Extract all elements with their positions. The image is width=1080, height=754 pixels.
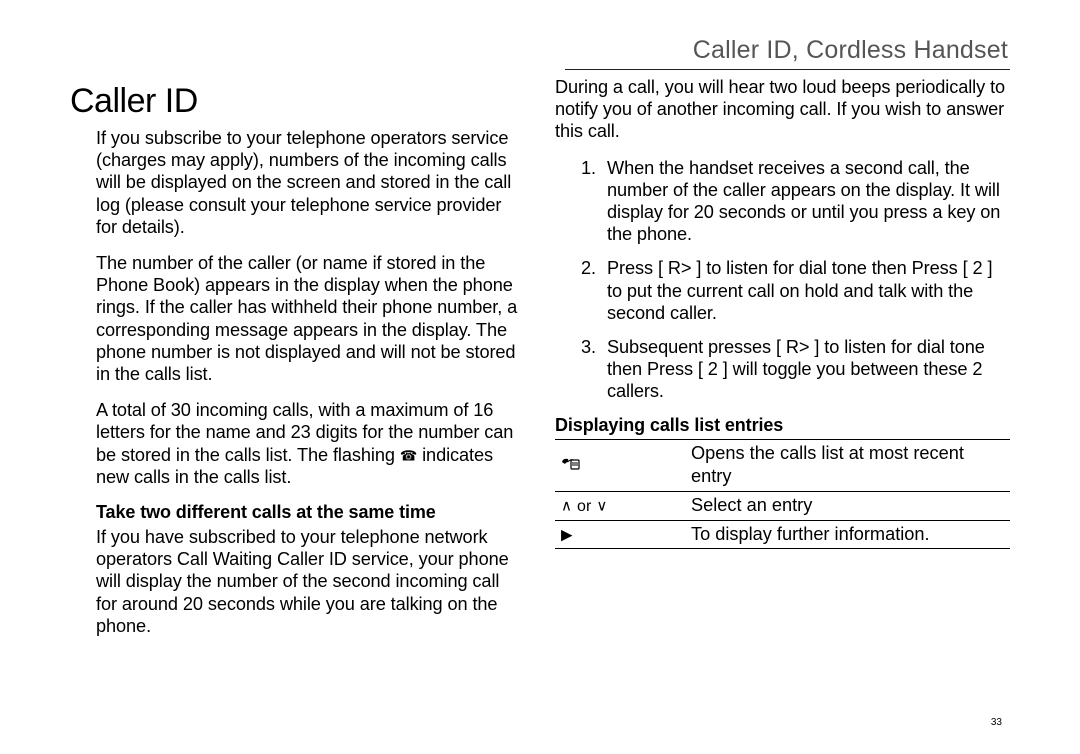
left-column: Caller ID If you subscribe to your telep… bbox=[70, 76, 525, 651]
subhead-take-two-calls: Take two different calls at the same tim… bbox=[70, 502, 525, 523]
header-rule bbox=[565, 69, 1010, 70]
handset-new-calls-icon: ☎ bbox=[400, 447, 417, 463]
right-arrow-icon: ▶ bbox=[561, 526, 573, 543]
call-waiting-paragraph: If you have subscribed to your telephone… bbox=[70, 526, 525, 637]
step-2: Press [ R> ] to listen for dial tone the… bbox=[581, 257, 1010, 324]
handset-icon bbox=[561, 458, 581, 474]
table-row: ▶ To display further information. bbox=[555, 520, 1010, 549]
calls-list-table: Opens the calls list at most recent entr… bbox=[555, 439, 1010, 550]
step-1: When the handset receives a second call,… bbox=[581, 157, 1010, 246]
desc-cell: To display further information. bbox=[685, 520, 1010, 549]
page-number: 33 bbox=[991, 717, 1002, 728]
intro-paragraph-1: If you subscribe to your telephone opera… bbox=[70, 127, 525, 238]
up-arrow-icon: ∧ bbox=[561, 497, 572, 514]
or-text: or bbox=[577, 498, 591, 515]
page-header: Caller ID, Cordless Handset bbox=[70, 36, 1010, 65]
right-column: During a call, you will hear two loud be… bbox=[555, 76, 1010, 651]
desc-cell: Opens the calls list at most recent entr… bbox=[685, 439, 1010, 491]
intro-paragraph-3: A total of 30 incoming calls, with a max… bbox=[70, 399, 525, 488]
steps-list: When the handset receives a second call,… bbox=[555, 157, 1010, 403]
table-row: Opens the calls list at most recent entr… bbox=[555, 439, 1010, 491]
intro-paragraph-2: The number of the caller (or name if sto… bbox=[70, 252, 525, 385]
subhead-displaying-calls: Displaying calls list entries bbox=[555, 415, 1010, 436]
key-cell-right: ▶ bbox=[555, 520, 685, 549]
section-title: Caller ID bbox=[70, 82, 525, 121]
during-call-paragraph: During a call, you will hear two loud be… bbox=[555, 76, 1010, 143]
content-columns: Caller ID If you subscribe to your telep… bbox=[70, 76, 1010, 651]
table-row: ∧ or ∨ Select an entry bbox=[555, 491, 1010, 520]
down-arrow-icon: ∨ bbox=[596, 497, 607, 514]
key-cell-updown: ∧ or ∨ bbox=[555, 491, 685, 520]
desc-cell: Select an entry bbox=[685, 491, 1010, 520]
step-3: Subsequent presses [ R> ] to listen for … bbox=[581, 336, 1010, 403]
key-cell-handset bbox=[555, 439, 685, 491]
